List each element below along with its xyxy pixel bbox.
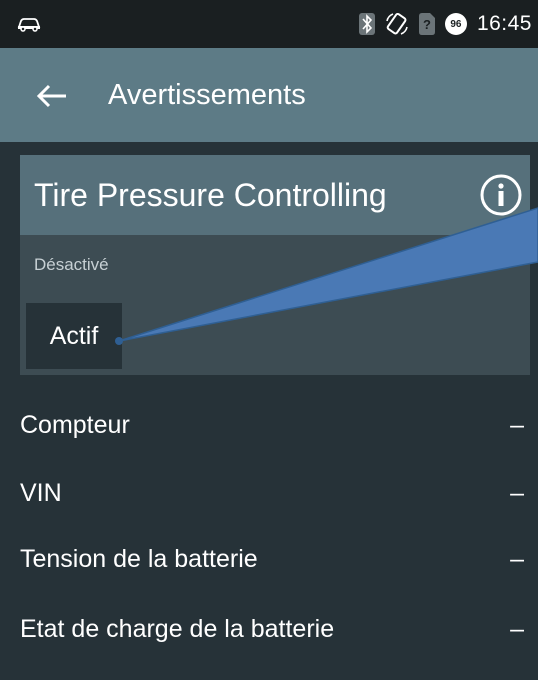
list-item-compteur[interactable]: Compteur – xyxy=(0,392,538,458)
row-label: Compteur xyxy=(20,411,130,439)
card-title: Tire Pressure Controlling xyxy=(34,177,387,213)
status-bar: ? 96 16:45 xyxy=(0,0,538,48)
status-text: Désactivé xyxy=(34,255,109,274)
status-time: 16:45 xyxy=(476,12,532,35)
svg-text:?: ? xyxy=(423,17,431,32)
bluetooth-icon xyxy=(358,13,375,35)
arrow-back-icon[interactable] xyxy=(28,78,76,114)
row-value: – xyxy=(510,545,524,573)
actif-button[interactable]: Actif xyxy=(26,303,122,369)
screen-rotate-icon xyxy=(386,12,408,35)
list-item-vin[interactable]: VIN – xyxy=(0,460,538,526)
row-value: – xyxy=(510,615,524,643)
no-sim-icon: ? xyxy=(418,13,435,35)
tire-pressure-card: Tire Pressure Controlling Désactivé Acti… xyxy=(20,155,530,375)
row-value: – xyxy=(510,411,524,439)
row-label: Tension de la batterie xyxy=(20,545,258,573)
row-value: – xyxy=(510,479,524,507)
app-bar: Avertissements xyxy=(0,48,538,142)
battery-icon: 96 xyxy=(444,13,467,35)
page-title: Avertissements xyxy=(108,79,306,111)
row-label: Etat de charge de la batterie xyxy=(20,615,335,643)
battery-level: 96 xyxy=(450,18,462,30)
row-label: VIN xyxy=(20,479,62,507)
list-item-etat-charge-batterie[interactable]: Etat de charge de la batterie – xyxy=(0,596,538,662)
info-icon[interactable] xyxy=(478,172,524,218)
car-icon xyxy=(17,18,41,32)
list-item-tension-batterie[interactable]: Tension de la batterie – xyxy=(0,526,538,592)
card-header: Tire Pressure Controlling xyxy=(20,155,530,235)
